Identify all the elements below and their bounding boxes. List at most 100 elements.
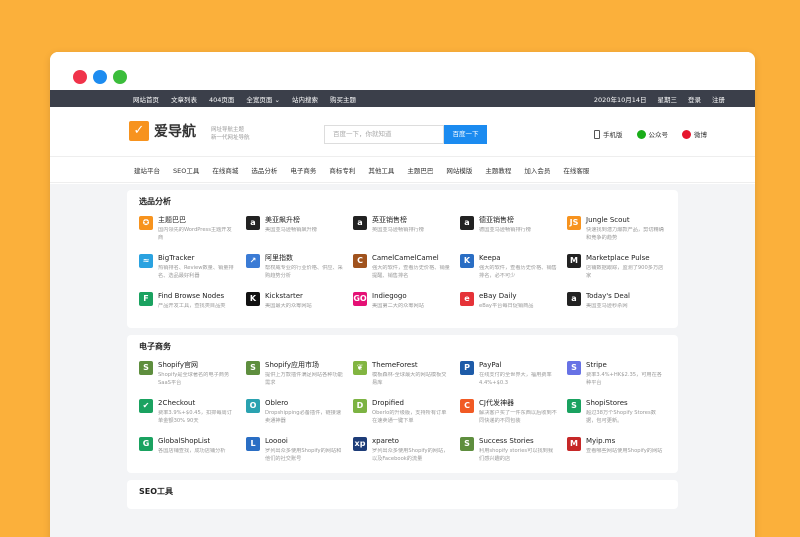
nav-item[interactable]: 电子商务 xyxy=(290,165,316,175)
site-desc: 解决客户买了一件东西以后收到不同快递的不同包装 xyxy=(479,410,557,424)
site-icon: S xyxy=(460,437,474,451)
nav-item[interactable]: SEO工具 xyxy=(173,165,199,175)
site-card[interactable]: S ShopiStores 超过38万个Shopify Stores数据，包可更新。 xyxy=(567,398,674,431)
site-desc: 美国亚马逊畅销飙升榜 xyxy=(265,227,317,233)
nav-item[interactable]: 主题教程 xyxy=(485,165,511,175)
topbar-right-item[interactable]: 注册 xyxy=(712,94,725,104)
site-name: Today's Deal xyxy=(586,292,630,300)
site-card[interactable]: GO Indiegogo 美国第二大的众筹网站 xyxy=(353,291,460,324)
site-card[interactable]: S Shopify应用市场 提供上万款插件满足网站各种功能需求 xyxy=(246,360,353,393)
search-input[interactable]: 百度一下，你就知道 xyxy=(324,125,444,144)
site-name: Shopify应用市场 xyxy=(265,361,320,369)
wechat-link[interactable]: 公众号 xyxy=(636,129,668,139)
window-titlebar xyxy=(50,52,755,90)
site-text: Indiegogo 美国第二大的众筹网站 xyxy=(372,291,450,324)
topbar-link[interactable]: 全宽页面 ⌄ xyxy=(246,94,280,104)
logo-text: 爱导航 xyxy=(154,124,196,140)
site-header: ✓ 爱导航 网址导航主题 新一代网址导航 百度一下，你就知道 百度一下 手机版 … xyxy=(50,107,755,157)
site-card[interactable]: O Oblero Dropshipping必备插件，链接速卖通神器 xyxy=(246,398,353,431)
site-grid: S Shopify官网 Shopify是全球著名的电子商务SaaS平台 S Shopif… xyxy=(139,360,678,469)
site-icon: ✔ xyxy=(139,399,153,413)
nav-item[interactable]: 在线商城 xyxy=(212,165,238,175)
site-card[interactable]: K Kickstarter 美国最大的众筹网站 xyxy=(246,291,353,324)
topbar-link[interactable]: 网站首页 xyxy=(133,94,159,104)
site-text: PayPal 在线支付的全世界大，福用费率4.4%+$0.3 xyxy=(479,360,557,393)
nav-item[interactable]: 在线客服 xyxy=(563,165,589,175)
site-text: 美亚飙升榜 美国亚马逊畅销飙升榜 xyxy=(265,215,343,248)
site-text: Oblero Dropshipping必备插件，链接速卖通神器 xyxy=(265,398,343,431)
nav-item[interactable]: 商标专利 xyxy=(329,165,355,175)
search-button[interactable]: 百度一下 xyxy=(444,125,487,144)
site-card[interactable]: ❦ ThemeForest 模板森林-全球最大的网站模板交易库 xyxy=(353,360,460,393)
site-card[interactable]: a Today's Deal 美国亚马逊秒杀网 xyxy=(567,291,674,324)
site-name: Success Stories xyxy=(479,437,534,445)
site-text: Shopify官网 Shopify是全球著名的电子商务SaaS平台 xyxy=(158,360,236,393)
site-card[interactable]: G GlobalShopList 各国店铺查找，成功店铺分析 xyxy=(139,436,246,469)
site-name: ShopiStores xyxy=(586,399,628,407)
topbar-link[interactable]: 购买主题 xyxy=(330,94,356,104)
mobile-link[interactable]: 手机版 xyxy=(594,129,623,139)
site-text: Looooi 罗列出众多使用Shopify的网站和他们的社交账号 xyxy=(265,436,343,469)
site-card[interactable]: ✔ 2Checkout 费率3.9%+$0.45，扣抑每周订单金额30% 90天 xyxy=(139,398,246,431)
topbar-right-item[interactable]: 登录 xyxy=(688,94,701,104)
site-icon: C xyxy=(353,254,367,268)
site-card[interactable]: ↗ 阿里指数 帮权威专业的行业价格、供应、采购趋势分析 xyxy=(246,253,353,286)
site-text: 英亚销售榜 英国亚马逊畅销排行榜 xyxy=(372,215,450,248)
maximize-dot[interactable] xyxy=(113,70,127,84)
site-card[interactable]: C CJ代发神器 解决客户买了一件东西以后收到不同快递的不同包装 xyxy=(460,398,567,431)
topbar-link[interactable]: 404页面 xyxy=(209,94,234,104)
site-card[interactable]: P PayPal 在线支付的全世界大，福用费率4.4%+$0.3 xyxy=(460,360,567,393)
search-box: 百度一下，你就知道 百度一下 xyxy=(324,125,487,144)
site-text: BigTracker 热销排名、Review数量、销量排名、选品最好利器 xyxy=(158,253,236,286)
site-card[interactable]: M Marketplace Pulse 店铺数据跟踪，监测了900多万店家 xyxy=(567,253,674,286)
site-name: Stripe xyxy=(586,361,607,369)
topbar-right-item: 星期三 xyxy=(657,95,678,104)
site-card[interactable]: JS Jungle Scout 快速找到潜力爆款产品，剪切精确和竞争的趋势 xyxy=(567,215,674,248)
nav-item[interactable]: 主题巴巴 xyxy=(407,165,433,175)
section-title: 电子商务 xyxy=(139,342,171,351)
site-card[interactable]: S Stripe 费率3.4%+HK$2.35，可用在各种平台 xyxy=(567,360,674,393)
site-desc: Dropshipping必备插件，链接速卖通神器 xyxy=(265,410,342,424)
close-dot[interactable] xyxy=(73,70,87,84)
wechat-icon xyxy=(636,129,646,139)
site-desc: 美国第二大的众筹网站 xyxy=(372,303,424,309)
site-card[interactable]: e eBay Daily eBay平台每日促销商品 xyxy=(460,291,567,324)
site-desc: 在线支付的全世界大，福用费率4.4%+$0.3 xyxy=(479,372,552,386)
nav-item[interactable]: 加入会员 xyxy=(524,165,550,175)
site-card[interactable]: L Looooi 罗列出众多使用Shopify的网站和他们的社交账号 xyxy=(246,436,353,469)
site-card[interactable]: F Find Browse Nodes 产品开发工具，查找类目品类 xyxy=(139,291,246,324)
site-card[interactable]: S Success Stories 利用shopify stories可以找到我们感… xyxy=(460,436,567,469)
site-text: ThemeForest 模板森林-全球最大的网站模板交易库 xyxy=(372,360,450,393)
site-card[interactable]: M Myip.ms 查看哪些网站使用Shopify的网站 xyxy=(567,436,674,469)
topbar-link[interactable]: 站内搜索 xyxy=(292,94,318,104)
site-icon: K xyxy=(460,254,474,268)
site-card[interactable]: D Dropified Oberlo的升级版，支持所有订单在速卖通一键下单 xyxy=(353,398,460,431)
site-logo[interactable]: ✓ 爱导航 xyxy=(129,121,196,141)
site-card[interactable]: xp xpareto 罗列出众多使用Shopify的网站，以及Facebook的流量 xyxy=(353,436,460,469)
nav-item[interactable]: 网站模版 xyxy=(446,165,472,175)
site-card[interactable]: ≈ BigTracker 热销排名、Review数量、销量排名、选品最好利器 xyxy=(139,253,246,286)
topbar-link[interactable]: 文章列表 xyxy=(171,94,197,104)
site-name: Find Browse Nodes xyxy=(158,292,225,300)
top-bar: 网站首页 文章列表 404页面 全宽页面 ⌄ 站内搜索 购买主题 2020年10月14日 星… xyxy=(50,90,755,107)
site-name: Marketplace Pulse xyxy=(586,254,650,262)
site-card[interactable]: a 美亚飙升榜 美国亚马逊畅销飙升榜 xyxy=(246,215,353,248)
site-card[interactable]: a 德亚销售榜 德国亚马逊畅销排行榜 xyxy=(460,215,567,248)
site-desc: Shopify是全球著名的电子商务SaaS平台 xyxy=(158,372,230,386)
site-card[interactable]: ✪ 主题巴巴 国内领先的WordPress主题开发商 xyxy=(139,215,246,248)
site-icon: S xyxy=(246,361,260,375)
site-card[interactable]: a 英亚销售榜 英国亚马逊畅销排行榜 xyxy=(353,215,460,248)
site-desc: 店铺数据跟踪，监测了900多万店家 xyxy=(586,265,664,279)
site-desc: 强大的软件，查看历史价格、销量提醒、销售排名 xyxy=(372,265,450,279)
site-text: CamelCamelCamel 强大的软件，查看历史价格、销量提醒、销售排名 xyxy=(372,253,450,286)
site-icon: D xyxy=(353,399,367,413)
weibo-link[interactable]: 微博 xyxy=(682,129,707,139)
site-card[interactable]: C CamelCamelCamel 强大的软件，查看历史价格、销量提醒、销售排名 xyxy=(353,253,460,286)
minimize-dot[interactable] xyxy=(93,70,107,84)
nav-item[interactable]: 选品分析 xyxy=(251,165,277,175)
site-card[interactable]: S Shopify官网 Shopify是全球著名的电子商务SaaS平台 xyxy=(139,360,246,393)
nav-item[interactable]: 其他工具 xyxy=(368,165,394,175)
site-card[interactable]: K Keepa 强大的软件，查看历史价格、销售排名，必不可少 xyxy=(460,253,567,286)
nav-item[interactable]: 建站平台 xyxy=(134,165,160,175)
site-desc: 美国最大的众筹网站 xyxy=(265,303,312,309)
